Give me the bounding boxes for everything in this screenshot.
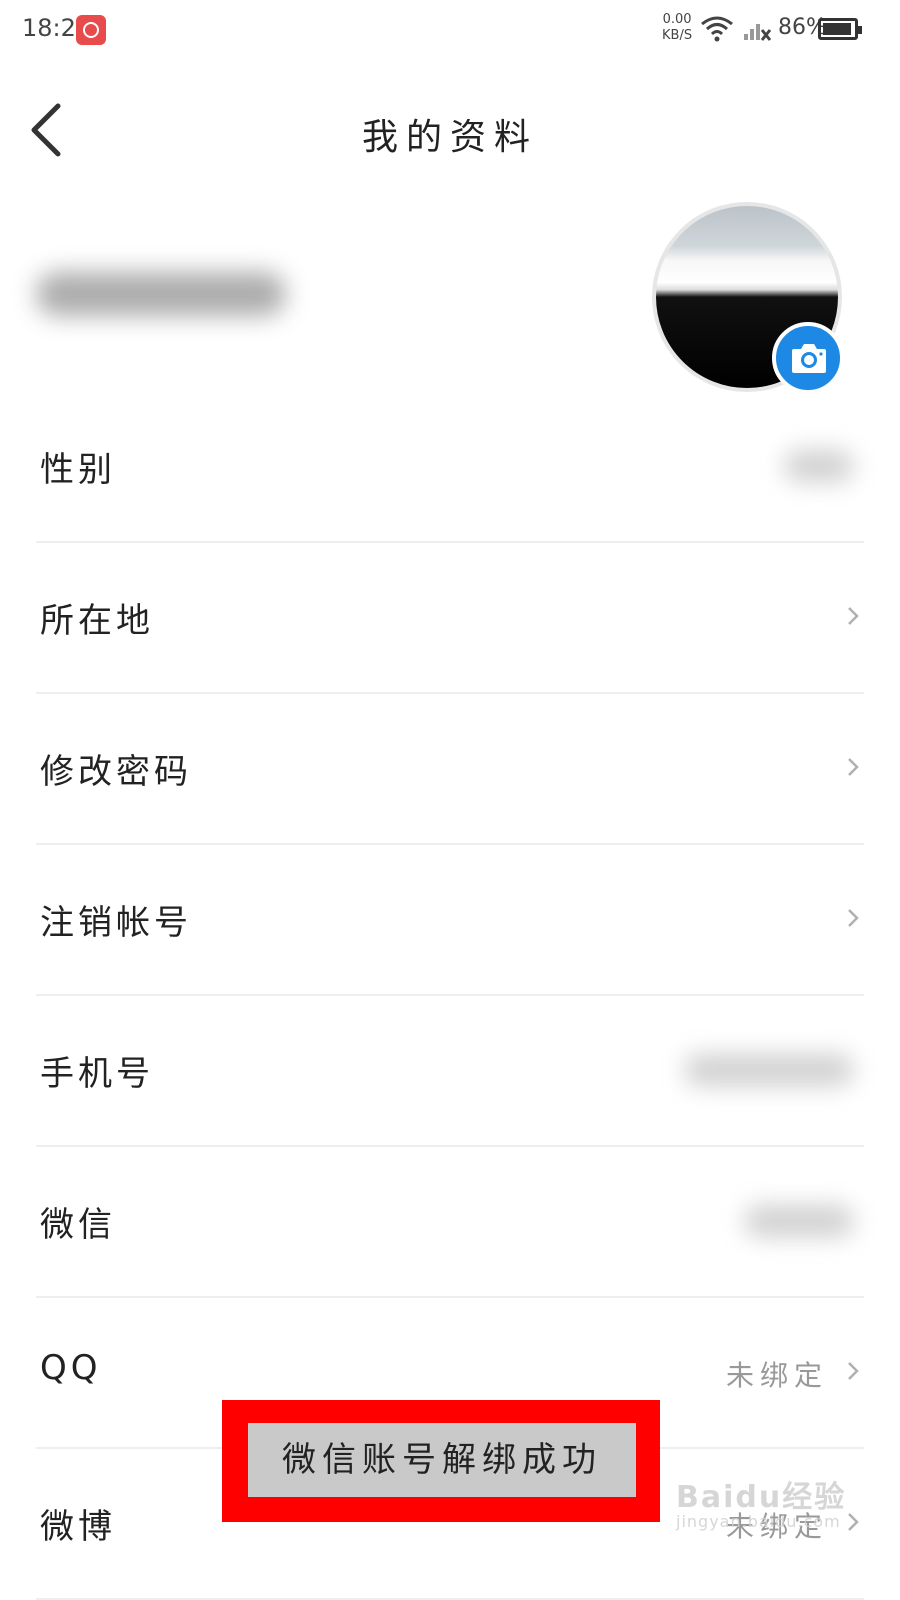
change-avatar-button[interactable] [772, 322, 844, 394]
chevron-right-icon [848, 909, 859, 927]
watermark: Baidu经验 jingyan.baidu.com [676, 1472, 846, 1531]
row-wechat[interactable]: 微信 [36, 1147, 864, 1298]
toast-message: 微信账号解绑成功 [248, 1423, 636, 1497]
row-label: 性别 [40, 450, 116, 490]
row-label: QQ [40, 1348, 102, 1388]
app-notification-icon [76, 15, 106, 45]
chevron-right-icon [848, 1513, 859, 1531]
wifi-icon [701, 16, 733, 42]
row-label: 注销帐号 [40, 903, 192, 943]
row-gender[interactable]: 性别 [36, 392, 864, 543]
row-location[interactable]: 所在地 [36, 543, 864, 694]
watermark-url: jingyan.baidu.com [676, 1512, 841, 1531]
battery-icon [818, 18, 862, 40]
status-bar: 18:23 0.00 KB/S 86% [0, 0, 900, 62]
header: 我的资料 [0, 80, 900, 180]
qq-bind-status: 未绑定 [725, 1359, 828, 1392]
network-speed-unit: KB/S [662, 28, 693, 43]
username-redacted [36, 272, 286, 316]
profile-section [0, 190, 900, 410]
gender-value-redacted [784, 450, 854, 482]
wechat-value-redacted [744, 1205, 854, 1237]
signal-no-service-icon [744, 24, 772, 41]
chevron-right-icon [848, 758, 859, 776]
row-label: 所在地 [40, 601, 154, 641]
row-delete-account[interactable]: 注销帐号 [36, 845, 864, 996]
network-speed: 0.00 KB/S [662, 12, 692, 44]
row-label: 微博 [40, 1507, 116, 1547]
row-change-password[interactable]: 修改密码 [36, 694, 864, 845]
chevron-right-icon [848, 607, 859, 625]
phone-value-redacted [684, 1054, 854, 1086]
row-label: 修改密码 [40, 752, 192, 792]
row-phone[interactable]: 手机号 [36, 996, 864, 1147]
chevron-right-icon [848, 1362, 859, 1380]
camera-icon [792, 344, 826, 373]
page-title: 我的资料 [361, 117, 538, 158]
network-speed-value: 0.00 [662, 12, 692, 27]
row-label: 微信 [40, 1205, 116, 1245]
watermark-logo: Baidu经验 [676, 1480, 847, 1515]
row-label: 手机号 [40, 1054, 154, 1094]
